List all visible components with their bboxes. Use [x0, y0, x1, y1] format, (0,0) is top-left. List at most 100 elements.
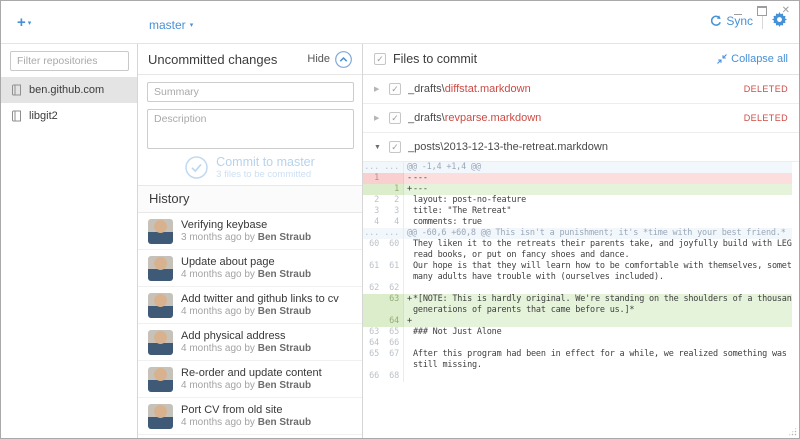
diff-text-line: title: "The Retreat" — [413, 206, 792, 217]
diff-text-line: @@ -1,4 +1,4 @@ — [407, 162, 792, 173]
collapse-all-icon — [717, 54, 727, 64]
diff-line-text: After this program had been in effect fo… — [413, 349, 792, 371]
commit-description-input[interactable] — [147, 109, 354, 149]
diff-line-text: *[NOTE: This is hardly original. We're s… — [413, 294, 792, 316]
toolbar-left: + ▾ — [1, 1, 138, 43]
history-item[interactable]: Port CV from old site4 months ago by Ben… — [138, 398, 362, 435]
diff-line-text: title: "The Retreat" — [413, 206, 792, 217]
new-line-number: 63 — [383, 294, 403, 316]
diff-line-text: They liken it to the retreats their pare… — [413, 239, 792, 261]
commit-title: Update about page — [181, 256, 311, 269]
diff-panel: ✓ Files to commit Collapse all ▶✓_drafts… — [363, 44, 799, 438]
history-item[interactable]: Verifying keybase3 months ago by Ben Str… — [138, 213, 362, 250]
history-list: Verifying keybase3 months ago by Ben Str… — [138, 213, 362, 438]
history-title: History — [149, 191, 189, 206]
diff-line-text — [413, 371, 792, 382]
diff-text-line: They liken it to the retreats their pare… — [413, 239, 792, 250]
chevron-down-icon: ▾ — [28, 19, 32, 27]
new-line-number: 67 — [383, 349, 403, 371]
history-header: History — [138, 185, 362, 213]
commit-author: Ben Straub — [258, 343, 311, 354]
chevron-down-icon: ▾ — [190, 21, 194, 29]
commit-summary-input[interactable] — [147, 82, 354, 102]
collapse-all-label: Collapse all — [731, 53, 788, 65]
history-item[interactable]: Add physical address4 months ago by Ben … — [138, 324, 362, 361]
repository-list: ben.github.comlibgit2 — [1, 77, 137, 129]
file-checkbox[interactable]: ✓ — [389, 112, 401, 124]
old-line-number — [363, 184, 383, 195]
diff-line: 64+ — [363, 316, 792, 327]
commit-button[interactable]: Commit to master 3 files to be committed — [138, 149, 362, 185]
history-item[interactable]: Update about page4 months ago by Ben Str… — [138, 250, 362, 287]
diff-sign — [403, 239, 413, 261]
uncommitted-changes-header: Uncommitted changes Hide — [138, 44, 362, 75]
diff-sign — [403, 349, 413, 371]
diff-text-line — [413, 371, 792, 382]
add-repository-button[interactable]: + ▾ — [17, 14, 31, 31]
diff-line-text — [413, 338, 792, 349]
file-directory: _drafts\ — [408, 83, 445, 95]
diff-sign: - — [403, 173, 413, 184]
file-path: _drafts\diffstat.markdown — [408, 83, 531, 95]
minimize-icon[interactable] — [734, 14, 742, 15]
diff-line-text: layout: post-no-feature — [413, 195, 792, 206]
file-row[interactable]: ▶✓_drafts\diffstat.markdownDELETED — [363, 75, 799, 104]
diff-line: 33title: "The Retreat" — [363, 206, 792, 217]
old-line-number: 4 — [363, 217, 383, 228]
history-item[interactable]: Add headshot for public consumption5 mon… — [138, 435, 362, 438]
close-icon[interactable]: ✕ — [782, 6, 790, 16]
diff-text-line: layout: post-no-feature — [413, 195, 792, 206]
avatar — [148, 367, 173, 392]
diff-text-line: --- — [413, 173, 792, 184]
history-item[interactable]: Add twitter and github links to cv4 mont… — [138, 287, 362, 324]
expand-file-icon[interactable]: ▶ — [374, 85, 382, 93]
history-item-texts: Update about page4 months ago by Ben Str… — [181, 256, 311, 281]
toolbar: ✕ + ▾ master ▾ Sync — [1, 1, 799, 44]
branch-selector[interactable]: master ▾ — [149, 18, 193, 32]
file-row[interactable]: ▶✓_drafts\revparse.markdownDELETED — [363, 104, 799, 133]
history-item-texts: Add physical address4 months ago by Ben … — [181, 330, 311, 355]
file-checkbox[interactable]: ✓ — [389, 83, 401, 95]
commit-meta: 4 months ago by Ben Straub — [181, 269, 311, 281]
toolbar-divider — [762, 15, 763, 29]
file-checkbox[interactable]: ✓ — [389, 141, 401, 153]
file-path: _drafts\revparse.markdown — [408, 112, 541, 124]
old-line-number: 63 — [363, 327, 383, 338]
files-to-commit-checkbox[interactable]: ✓ — [374, 53, 386, 65]
history-item[interactable]: Re-order and update content4 months ago … — [138, 361, 362, 398]
diff-sign — [403, 371, 413, 382]
diff-text-line: ### Not Just Alone — [413, 327, 792, 338]
diff-line-text — [413, 283, 792, 294]
avatar — [148, 256, 173, 281]
commit-author: Ben Straub — [258, 269, 311, 280]
commit-title: Verifying keybase — [181, 219, 311, 232]
commit-title: Re-order and update content — [181, 367, 322, 380]
diff-line: 6262 — [363, 283, 792, 294]
avatar — [148, 404, 173, 429]
diff-view: ......@@ -1,4 +1,4 @@1----1+---22layout:… — [363, 162, 792, 382]
file-row[interactable]: ▼✓_posts\2013-12-13-the-retreat.markdown — [363, 133, 799, 162]
diff-text-line: --- — [413, 184, 792, 195]
diff-text-line — [413, 283, 792, 294]
diff-line-text: @@ -1,4 +1,4 @@ — [403, 162, 792, 173]
diff-line: 1---- — [363, 173, 792, 184]
new-line-number: 62 — [383, 283, 403, 294]
repo-item[interactable]: ben.github.com — [1, 77, 137, 103]
collapse-all-button[interactable]: Collapse all — [717, 53, 788, 65]
diff-hunk-header: ......@@ -60,6 +60,8 @@ This isn't a pun… — [363, 228, 792, 239]
new-line-number: 2 — [383, 195, 403, 206]
sync-icon — [710, 15, 722, 27]
old-line-number: 66 — [363, 371, 383, 382]
new-line-number: 1 — [383, 184, 403, 195]
expand-file-icon[interactable]: ▶ — [374, 114, 382, 122]
old-line-number — [363, 294, 383, 316]
diff-text-line: @@ -60,6 +60,8 @@ This isn't a punishmen… — [407, 228, 792, 239]
repo-item[interactable]: libgit2 — [1, 103, 137, 129]
maximize-icon[interactable] — [757, 6, 767, 16]
hide-changes-button[interactable]: Hide — [307, 51, 352, 68]
collapse-file-icon[interactable]: ▼ — [374, 144, 382, 151]
filter-repositories-input[interactable] — [10, 51, 129, 71]
diff-text-line: read books, or put on fancy shoes and da… — [413, 250, 792, 261]
diff-text-line: *[NOTE: This is hardly original. We're s… — [413, 294, 792, 305]
diff-line-text: Our hope is that they will learn how to … — [413, 261, 792, 283]
